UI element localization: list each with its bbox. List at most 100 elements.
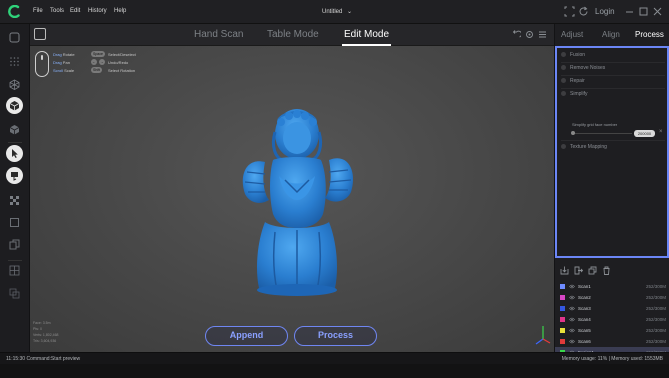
eye-icon[interactable] [569, 284, 575, 289]
login-button[interactable]: Login [595, 7, 615, 16]
trash-icon[interactable] [602, 266, 611, 275]
minimize-icon[interactable] [624, 6, 635, 17]
process-step-repair[interactable]: Repair [561, 78, 585, 84]
simplify-slider-handle[interactable] [571, 131, 575, 135]
scan-name: Scan1 [578, 283, 591, 289]
divider [561, 75, 665, 76]
solid-view-button[interactable] [6, 97, 23, 114]
tab-edit-mode[interactable]: Edit Mode [344, 29, 389, 40]
app-logo-icon [8, 5, 20, 18]
tab-process[interactable]: Process [635, 30, 664, 39]
eye-icon[interactable] [569, 328, 575, 333]
copy-tool-button[interactable] [6, 236, 23, 253]
3d-viewport[interactable]: Hand Scan Table Mode Edit Mode Drag Rota… [30, 24, 554, 352]
refresh-icon[interactable] [578, 6, 589, 17]
simplify-slider-track[interactable] [572, 133, 632, 134]
maximize-icon[interactable] [638, 6, 649, 17]
tab-table-mode[interactable]: Table Mode [267, 29, 319, 40]
grid-tool-button[interactable] [6, 262, 23, 279]
scan-size: 252/300M [645, 294, 666, 300]
document-title[interactable]: Untitled ⌄ [322, 8, 352, 15]
process-step-fusion[interactable]: Fusion [561, 52, 585, 58]
export-icon[interactable] [574, 266, 583, 275]
menu-history[interactable]: History [88, 8, 107, 14]
close-icon[interactable] [652, 6, 663, 17]
duplicate-icon[interactable] [588, 266, 597, 275]
tab-adjust[interactable]: Adjust [561, 30, 583, 39]
undo-key-badge: ← [91, 59, 97, 65]
eye-icon[interactable] [569, 295, 575, 300]
bottom-strip [0, 364, 669, 378]
undo-icon[interactable] [512, 30, 521, 39]
point-cloud-tool-button[interactable] [6, 53, 23, 70]
menu-help[interactable]: Help [114, 8, 126, 14]
hint-pan: Drag Pan [53, 60, 70, 65]
scan-size: 252/300M [645, 283, 666, 289]
clear-value-icon[interactable]: × [659, 129, 663, 135]
mode-tab-bar: Hand Scan Table Mode Edit Mode [30, 24, 554, 46]
scan-list-item[interactable]: Scan4 252/300M [555, 314, 669, 325]
box-select-button[interactable] [6, 214, 23, 231]
process-step-texture-mapping[interactable]: Texture Mapping [561, 144, 607, 150]
menu-file[interactable]: File [33, 8, 43, 14]
grid-icon [9, 265, 20, 276]
process-step-simplify[interactable]: Simplify [561, 91, 588, 97]
divider [561, 140, 665, 141]
step-toggle-icon [561, 78, 566, 84]
memory-status: Memory usage: 11% | Memory used: 1553MB [561, 356, 663, 362]
append-button[interactable]: Append [205, 326, 288, 346]
menu-icon[interactable] [538, 30, 547, 39]
shift-key-badge: Shift [91, 67, 102, 73]
hint-select-rotation: Select Rotation [108, 68, 136, 73]
scan-color-swatch [560, 339, 565, 344]
mouse-hints-panel: Drag Rotate Drag Pan Scroll Scale Space … [35, 51, 175, 79]
screenshot-icon[interactable] [564, 6, 575, 17]
viewport-menu-icon[interactable] [34, 28, 46, 40]
scan-list-item[interactable]: Scan3 252/300M [555, 303, 669, 314]
tab-align[interactable]: Align [602, 30, 620, 39]
scan-color-swatch [560, 306, 565, 311]
brush-select-button[interactable] [6, 167, 23, 184]
checker-tool-button[interactable] [6, 192, 23, 209]
scan-size: 252/300M [645, 316, 666, 322]
toolbar-divider [8, 260, 22, 261]
eye-icon[interactable] [569, 306, 575, 311]
hint-undo-redo: Undo/Redo [108, 60, 129, 65]
select-tool-button[interactable] [6, 145, 23, 162]
menu-bar: File Tools Edit History Help Untitled ⌄ … [0, 0, 669, 24]
mesh-view-button[interactable] [6, 76, 23, 93]
scan-name: Scan2 [578, 294, 591, 300]
frame-tool-button[interactable] [6, 29, 23, 46]
scan-list-item[interactable]: Scan6 252/300M [555, 336, 669, 347]
left-toolbar [0, 24, 30, 352]
cube-wire-icon [9, 79, 20, 90]
menu-edit[interactable]: Edit [70, 8, 80, 14]
scan-list-item[interactable]: Scan1 252/300M [555, 281, 669, 292]
menu-tools[interactable]: Tools [50, 8, 64, 14]
tab-hand-scan[interactable]: Hand Scan [194, 29, 243, 40]
scan-list-item[interactable]: Scan5 252/300M [555, 325, 669, 336]
step-toggle-icon [561, 144, 566, 150]
right-panel: Adjust Align Process Fusion Remove Noise… [554, 24, 669, 358]
redo-key-badge: → [99, 59, 105, 65]
box-icon [10, 218, 19, 227]
right-panel-tabs: Adjust Align Process [555, 24, 669, 46]
process-button[interactable]: Process [294, 326, 377, 346]
simplify-value-input[interactable]: 200000 [634, 130, 655, 137]
scan-list-item[interactable]: Scan2 252/300M [555, 292, 669, 303]
scan-color-swatch [560, 295, 565, 300]
eye-icon[interactable] [569, 339, 575, 344]
active-tab-indicator [342, 44, 391, 46]
process-step-remove-noises[interactable]: Remove Noises [561, 65, 605, 71]
eye-icon[interactable] [569, 317, 575, 322]
scan-color-swatch [560, 284, 565, 289]
scan-actions-toolbar [555, 264, 669, 278]
layers-tool-button[interactable] [6, 285, 23, 302]
import-icon[interactable] [560, 266, 569, 275]
scanned-model-angel[interactable] [235, 102, 359, 298]
hint-select: Select/Deselect [108, 52, 136, 57]
texture-view-button[interactable] [6, 121, 23, 138]
hint-scale: Scroll Scale [53, 68, 75, 73]
chevron-down-icon: ⌄ [347, 9, 353, 15]
view-reset-icon[interactable] [525, 30, 534, 39]
